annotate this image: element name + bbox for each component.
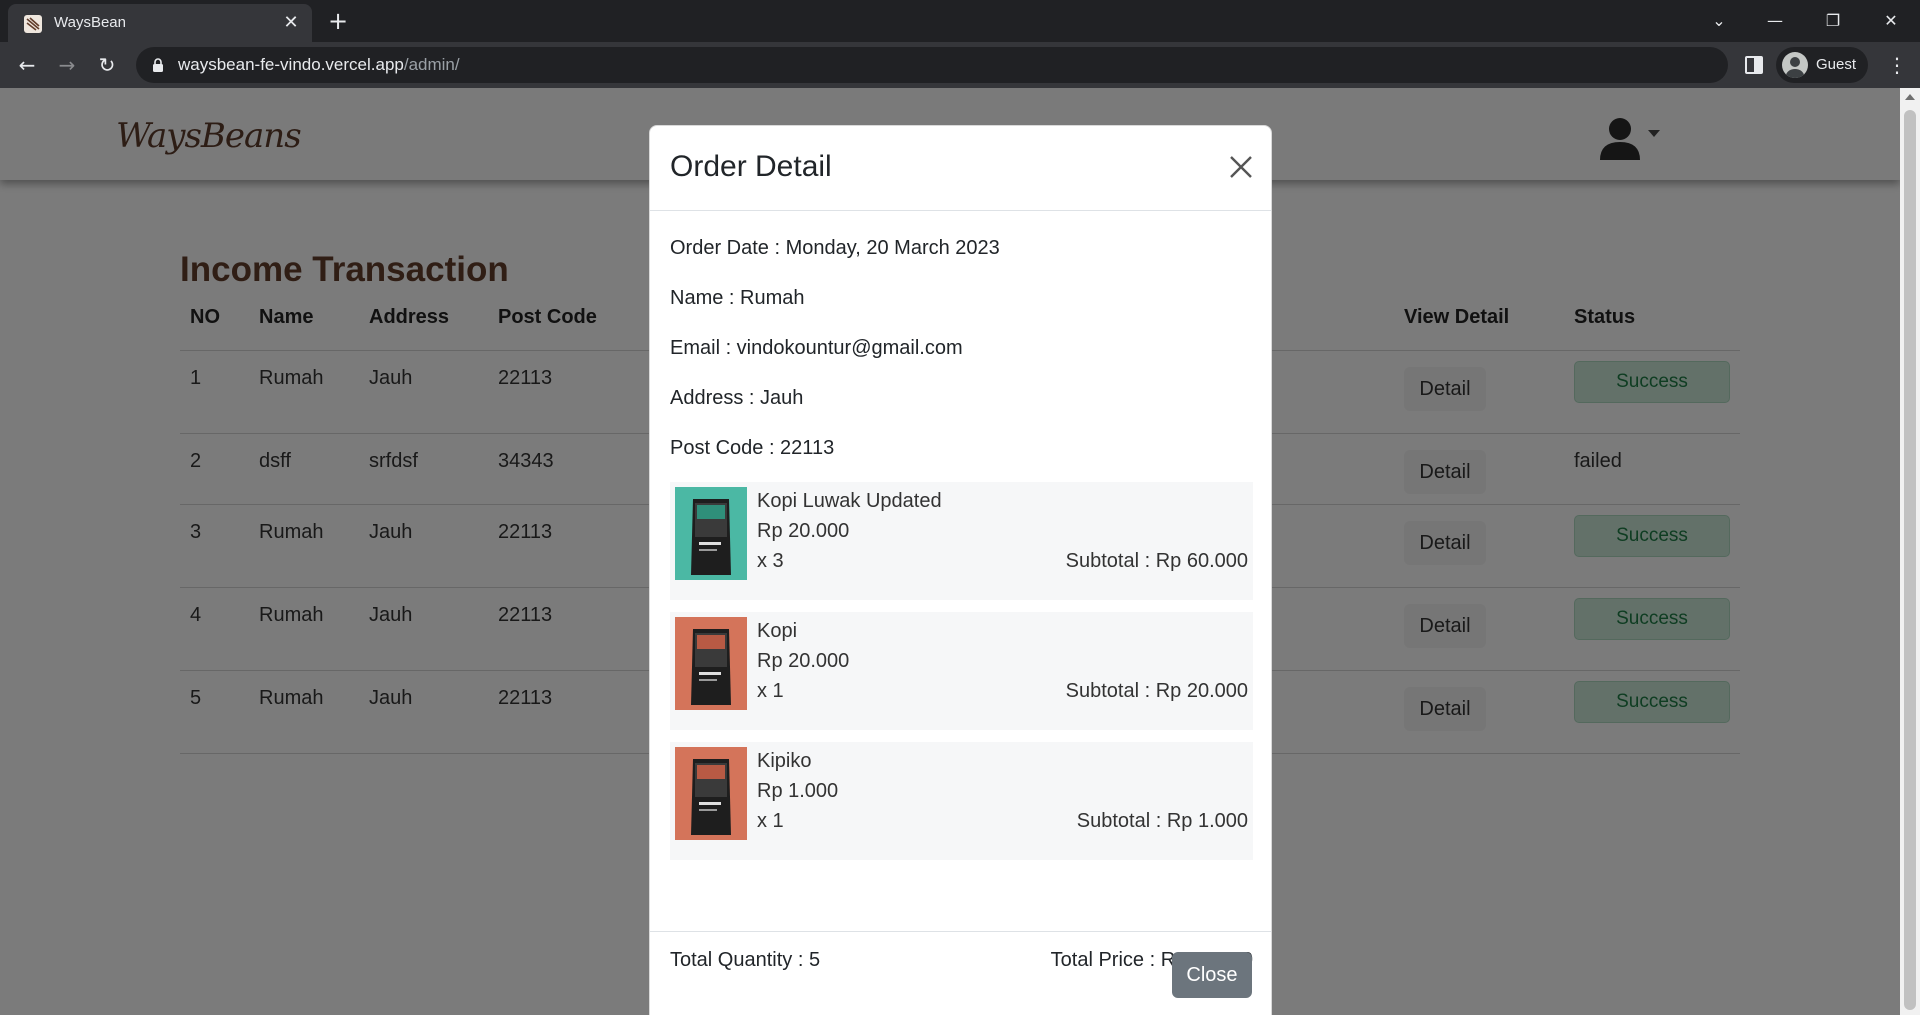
favicon-icon [24, 15, 42, 33]
url-host: waysbean-fe-vindo.vercel.app [178, 55, 404, 74]
address-bar[interactable]: waysbean-fe-vindo.vercel.app/admin/ [136, 47, 1728, 83]
modal-title: Order Detail [670, 150, 832, 183]
tab-title: WaysBean [54, 14, 126, 31]
customer-name: Name : Rumah [670, 287, 805, 309]
scroll-thumb[interactable] [1904, 110, 1916, 1010]
order-date: Order Date : Monday, 20 March 2023 [670, 237, 1000, 259]
tab-strip: WaysBean ✕ + ⌄ — ❐ ✕ [0, 0, 1920, 42]
item-price: Rp 20.000 [757, 520, 850, 542]
item-subtotal: Subtotal : Rp 60.000 [1065, 550, 1248, 572]
product-image [675, 487, 747, 580]
tab-search-icon[interactable]: ⌄ [1704, 6, 1734, 36]
customer-address: Address : Jauh [670, 387, 804, 409]
new-tab-icon[interactable]: + [324, 8, 352, 36]
browser-tab[interactable]: WaysBean ✕ [8, 4, 312, 42]
modal-close-icon[interactable] [1228, 154, 1254, 180]
close-tab-icon[interactable]: ✕ [280, 12, 302, 34]
item-quantity: x 1 [757, 810, 784, 832]
browser-toolbar: ← → ↻ waysbean-fe-vindo.vercel.app/admin… [0, 42, 1920, 88]
item-subtotal: Subtotal : Rp 20.000 [1065, 680, 1248, 702]
url-text: waysbean-fe-vindo.vercel.app/admin/ [178, 55, 460, 75]
customer-post-code: Post Code : 22113 [670, 437, 835, 459]
profile-name: Guest [1816, 56, 1857, 73]
scrollbar[interactable] [1900, 88, 1920, 1015]
item-price: Rp 20.000 [757, 650, 850, 672]
minimize-icon[interactable]: — [1760, 6, 1790, 36]
modal-footer-divider [650, 931, 1271, 932]
product-image [675, 617, 747, 710]
close-button[interactable]: Close [1172, 952, 1252, 998]
customer-email: Email : vindokountur@gmail.com [670, 337, 963, 359]
reload-icon[interactable]: ↻ [92, 50, 122, 80]
side-panel-icon[interactable] [1744, 55, 1764, 75]
order-item: Kipiko Rp 1.000 x 1 Subtotal : Rp 1.000 [670, 742, 1253, 860]
restore-icon[interactable]: ❐ [1818, 6, 1848, 36]
scroll-up-arrow-icon[interactable] [1905, 94, 1915, 100]
item-name: Kopi [757, 620, 798, 642]
item-quantity: x 1 [757, 680, 784, 702]
item-name: Kopi Luwak Updated [757, 490, 942, 512]
product-image [675, 747, 747, 840]
order-item: Kopi Rp 20.000 x 1 Subtotal : Rp 20.000 [670, 612, 1253, 730]
browser-chrome: WaysBean ✕ + ⌄ — ❐ ✕ ← → ↻ waysbean-fe-v… [0, 0, 1920, 88]
order-detail-modal: Order Detail Order Date : Monday, 20 Mar… [649, 125, 1272, 1015]
modal-header: Order Detail [650, 126, 1271, 211]
total-quantity: Total Quantity : 5 [670, 949, 821, 971]
order-item: Kopi Luwak Updated Rp 20.000 x 3 Subtota… [670, 482, 1253, 600]
window-close-icon[interactable]: ✕ [1876, 6, 1906, 36]
back-icon[interactable]: ← [12, 50, 42, 80]
item-name: Kipiko [757, 750, 812, 772]
guest-avatar-icon [1782, 52, 1808, 78]
forward-icon[interactable]: → [52, 50, 82, 80]
item-subtotal: Subtotal : Rp 1.000 [1076, 810, 1248, 832]
profile-button[interactable]: Guest [1776, 47, 1868, 83]
url-path: /admin/ [403, 55, 460, 74]
lock-icon [153, 58, 163, 72]
menu-dots-icon[interactable]: ⋮ [1882, 50, 1912, 80]
item-quantity: x 3 [757, 550, 784, 572]
item-price: Rp 1.000 [757, 780, 839, 802]
